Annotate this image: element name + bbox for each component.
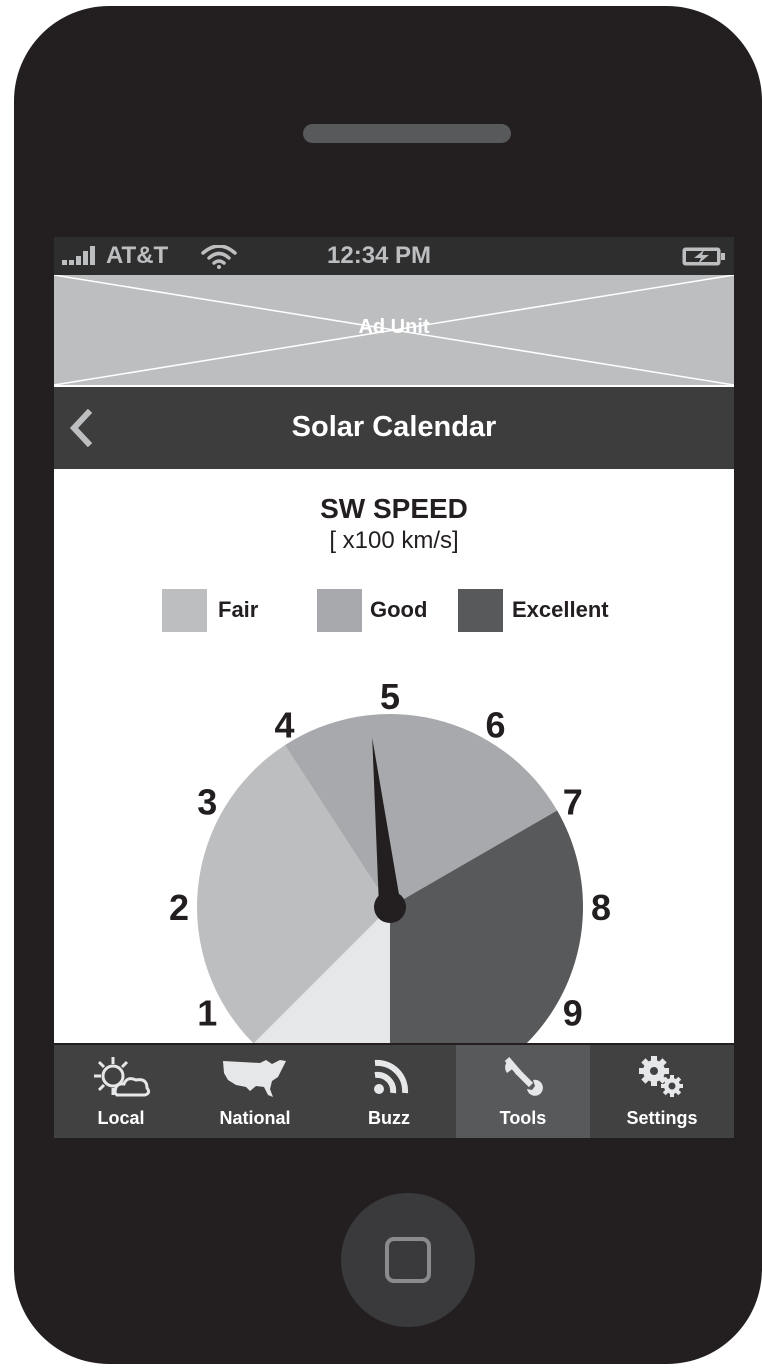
- tab-local[interactable]: Local: [54, 1045, 188, 1138]
- gauge-tick-label: 4: [274, 704, 294, 745]
- signal-strength-icon: [62, 246, 95, 265]
- status-time: 12:34 PM: [327, 242, 432, 269]
- tab-national[interactable]: National: [188, 1045, 322, 1138]
- tab-settings[interactable]: Settings: [590, 1045, 734, 1138]
- gauge-tick-label: 8: [591, 887, 611, 928]
- ad-unit-label: Ad Unit: [358, 316, 430, 338]
- tab-buzz[interactable]: Buzz: [322, 1045, 456, 1138]
- tab-label-local: Local: [97, 1108, 145, 1128]
- battery-charging-icon: [682, 247, 725, 266]
- tab-label-buzz: Buzz: [368, 1108, 410, 1128]
- speaker-grille: [303, 124, 511, 143]
- tab-label-settings: Settings: [626, 1108, 698, 1128]
- screen: AT&T 12:34 PM Ad Unit Solar Calendar SW …: [54, 237, 734, 1138]
- wifi-icon: [201, 245, 237, 269]
- gauge-tick-label: 9: [563, 993, 583, 1034]
- tab-tools[interactable]: Tools: [456, 1045, 590, 1138]
- gauge-panel: SW SPEED [ x100 km/s] Fair Good Excellen…: [54, 469, 734, 1043]
- gauge-tick-label: 3: [197, 782, 217, 823]
- ad-unit[interactable]: Ad Unit: [54, 275, 734, 385]
- gauge-tick-label: 5: [380, 676, 400, 717]
- gauge-tick-label: 7: [563, 782, 583, 823]
- sun-cloud-icon: [54, 1055, 188, 1099]
- page-title: Solar Calendar: [291, 411, 497, 443]
- navigation-bar: Solar Calendar: [54, 387, 734, 469]
- gears-icon: [590, 1055, 734, 1099]
- us-map-icon: [188, 1055, 322, 1099]
- tab-label-tools: Tools: [499, 1108, 547, 1128]
- speed-gauge: 012345678910: [169, 676, 611, 1043]
- status-bar: AT&T 12:34 PM: [54, 237, 734, 275]
- tab-label-national: National: [219, 1108, 291, 1128]
- home-square-icon: [385, 1237, 431, 1283]
- carrier-name: AT&T: [106, 242, 169, 269]
- gauge-tick-label: 1: [197, 993, 217, 1034]
- tab-bar: Local National Buzz Tools Settings: [54, 1043, 734, 1138]
- home-button[interactable]: [341, 1193, 475, 1327]
- wrench-icon: [456, 1055, 590, 1099]
- rss-icon: [322, 1055, 456, 1099]
- gauge-needle-hub: [374, 891, 406, 923]
- gauge-tick-label: 6: [485, 704, 505, 745]
- gauge-tick-label: 2: [169, 887, 189, 928]
